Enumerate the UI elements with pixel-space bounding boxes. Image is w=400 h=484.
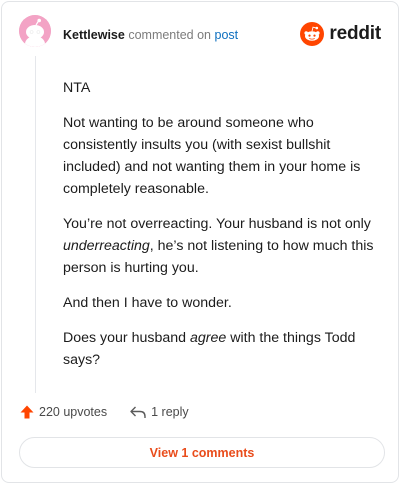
comment-actions: 220 upvotes 1 reply [19,402,189,422]
comment-paragraph: And then I have to wonder. [63,292,381,314]
reddit-wordmark: reddit [329,23,381,44]
comment-paragraph: NTA [63,77,381,99]
emphasis-text: agree [189,330,227,346]
emphasis-text: underreacting [63,238,150,254]
paragraph-text: NTA [63,80,91,96]
paragraph-text: You’re not overreacting. Your husband is… [63,216,371,232]
reply-button[interactable]: 1 reply [129,404,189,420]
snoo-avatar-icon[interactable] [19,15,51,47]
post-link[interactable]: post [215,28,239,42]
comment-card: Kettlewise commented on post reddit NTA N… [1,1,399,483]
paragraph-text: Not wanting to be around someone who con… [63,115,361,197]
reddit-snoo-icon [300,22,325,46]
reply-count: 1 reply [151,405,189,419]
thread-line [35,56,36,393]
comment-paragraph: Does your husband agree with the things … [63,327,381,371]
comment-paragraph: Not wanting to be around someone who con… [63,112,381,200]
comment-body: NTA Not wanting to be around someone who … [63,77,381,384]
paragraph-text: Does your husband [63,330,190,346]
action-text: commented on [128,28,212,42]
comment-header: Kettlewise commented on post [63,28,238,42]
author-name[interactable]: Kettlewise [63,28,125,42]
upvote-button[interactable]: 220 upvotes [19,404,107,420]
view-comments-button[interactable]: View 1 comments [19,437,385,468]
paragraph-text: And then I have to wonder. [63,295,232,311]
upvote-arrow-icon [20,405,34,419]
reply-arrow-icon [130,406,146,418]
reddit-logo[interactable]: reddit [300,22,381,46]
comment-paragraph: You’re not overreacting. Your husband is… [63,213,381,279]
upvote-count: 220 upvotes [39,405,108,419]
